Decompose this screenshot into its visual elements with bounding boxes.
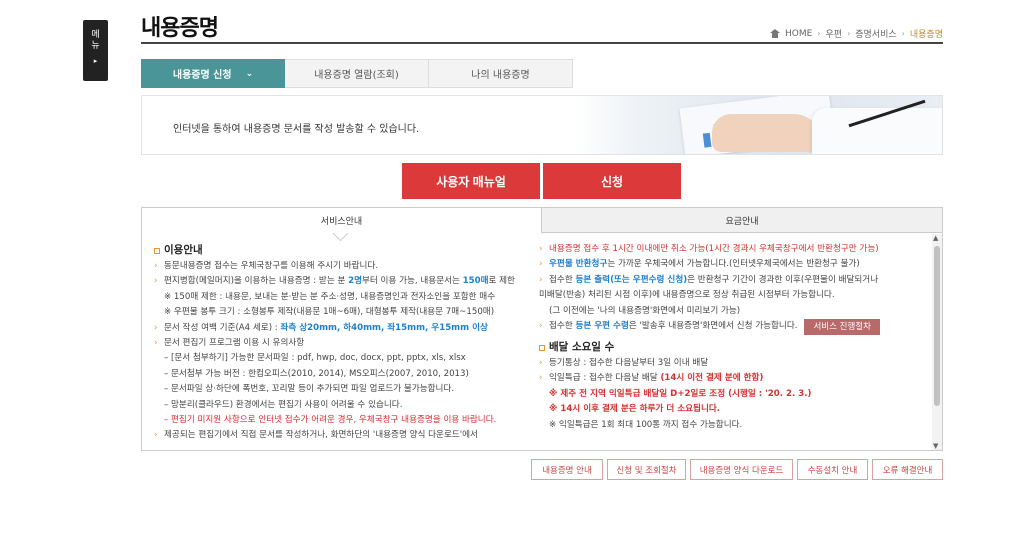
- chevron-right-icon: ›: [539, 321, 543, 332]
- breadcrumb: HOME › 우편 › 증명서비스 › 내용증명: [769, 27, 943, 40]
- list-item-text: 내용증명 접수 후 1시간 이내에만 취소 가능(1시간 경과시 우체국창구에서…: [549, 244, 879, 254]
- procedure-button[interactable]: 신청 및 조회절차: [607, 459, 686, 480]
- list-item: › 우편물 반환청구는 가까운 우체국에서 가능합니다.(인터넷우체국에서는 반환…: [539, 257, 931, 272]
- section-heading: 이용안내: [154, 242, 534, 259]
- breadcrumb-separator: ›: [901, 29, 905, 38]
- form-download-button[interactable]: 내용증명 양식 다운로드: [690, 459, 793, 480]
- scroll-down-icon[interactable]: ▼: [933, 442, 938, 450]
- tab-label: 나의 내용증명: [471, 70, 530, 81]
- service-info-left: 이용안내 › 동문내용증명 접수는 우체국창구를 이용해 주시기 바랍니다. › 편…: [154, 242, 534, 444]
- footer-button-group: 내용증명 안내 신청 및 조회절차 내용증명 양식 다운로드 수동설치 안내 오…: [531, 459, 943, 480]
- list-item-text: 접수한 등본 우편 수령은 '발송후 내용증명'화면에서 신청 가능합니다.: [549, 321, 798, 332]
- list-note: (그 이전에는 '나의 내용증명'화면에서 미리보기 가능): [549, 305, 741, 316]
- user-manual-button[interactable]: 사용자 매뉴얼: [402, 163, 540, 199]
- list-note-warning: ※ 14시 이후 결제 분은 하루가 더 소요됩니다.: [549, 404, 721, 415]
- list-note: ※ 우편물 봉투 크기 : 소형봉투 제작(내용문 1매~6매), 대형봉투 제…: [164, 307, 495, 318]
- tab-service-info[interactable]: 서비스안내: [142, 208, 542, 233]
- breadcrumb-item[interactable]: 우편: [826, 27, 843, 40]
- breadcrumb-separator: ›: [847, 29, 851, 38]
- list-subitem: – 문서파일 상·하단에 폭번호, 꼬리말 등이 추가되면 파일 업로드가 불가…: [164, 384, 455, 395]
- manual-install-button[interactable]: 수동설치 안내: [797, 459, 868, 480]
- service-info-right: › 내용증명 접수 후 1시간 이내에만 취소 가능(1시간 경과시 우체국창구에…: [539, 242, 931, 433]
- scrollbar-thumb[interactable]: [934, 246, 940, 406]
- hand-illustration: [712, 114, 822, 152]
- tab-fee-info[interactable]: 요금안내: [542, 208, 942, 233]
- square-bullet-icon: [539, 344, 545, 351]
- chevron-right-icon: ›: [154, 430, 158, 441]
- list-subitem-warning: – 편집기 미지원 사항으로 인터넷 접수가 어려운 경우, 우체국창구 내용증…: [164, 415, 497, 426]
- list-item: › 문서 편집기 프로그램 이용 시 유의사항: [154, 336, 534, 351]
- chevron-right-icon: ›: [539, 244, 543, 254]
- tab-my[interactable]: 나의 내용증명: [429, 59, 573, 88]
- breadcrumb-item[interactable]: 증명서비스: [855, 27, 896, 40]
- chevron-right-icon: ›: [154, 322, 158, 333]
- list-item: › 문서 작성 여백 기준(A4 세로) : 좌측 상20mm, 하40mm, 좌…: [154, 321, 534, 336]
- list-item-text: 제공되는 편집기에서 직접 문서를 작성하거나, 화면하단의 '내용증명 양식 …: [164, 430, 478, 441]
- list-item-text: 등기통상 : 접수한 다음날부터 3일 이내 배달: [549, 358, 709, 369]
- scroll-up-icon[interactable]: ▲: [933, 234, 938, 242]
- section-heading-text: 이용안내: [164, 243, 203, 256]
- list-note: ※ 150매 제한 : 내용문, 보내는 분·받는 분 주소·성명, 내용증명인…: [164, 291, 496, 302]
- list-note: ※ 익일특급은 1회 최대 100통 까지 접수 가능합니다.: [549, 419, 743, 430]
- list-item-text: 문서 편집기 프로그램 이용 시 유의사항: [164, 338, 305, 349]
- intro-banner: 인터넷을 통하여 내용증명 문서를 작성 발송할 수 있습니다.: [141, 95, 943, 155]
- list-item-text: 문서 작성 여백 기준(A4 세로) : 좌측 상20mm, 하40mm, 좌1…: [164, 322, 488, 333]
- chevron-down-icon: ⌄: [245, 68, 254, 79]
- list-item-text: 우편물 반환청구는 가까운 우체국에서 가능합니다.(인터넷우체국에서는 반환청…: [549, 259, 860, 270]
- arrow-right-icon: ▸: [93, 57, 98, 65]
- chevron-right-icon: ›: [154, 276, 158, 287]
- chevron-right-icon: ›: [539, 373, 543, 384]
- info-panel: 서비스안내 요금안내 이용안내 › 동문내용증명 접수는 우체국창구를 이용해 주…: [141, 207, 943, 451]
- list-item: › 등기통상 : 접수한 다음날부터 3일 이내 배달: [539, 356, 931, 371]
- tab-label: 내용증명 열람(조회): [314, 70, 399, 81]
- apply-button[interactable]: 신청: [543, 163, 681, 199]
- tab-apply[interactable]: 내용증명 신청 ⌄: [141, 59, 285, 88]
- home-icon: [769, 29, 780, 38]
- list-item: › 내용증명 접수 후 1시간 이내에만 취소 가능(1시간 경과시 우체국창구에…: [539, 242, 931, 257]
- guide-button[interactable]: 내용증명 안내: [531, 459, 603, 480]
- main-tabs: 내용증명 신청 ⌄ 내용증명 열람(조회) 나의 내용증명: [141, 59, 573, 88]
- square-bullet-icon: [154, 247, 160, 254]
- list-item: › 익일특급 : 접수한 다음날 배달 (14시 이전 결제 분에 한함): [539, 371, 931, 386]
- error-help-button[interactable]: 오류 해결안내: [872, 459, 943, 480]
- chart-bar-decoration: [702, 132, 712, 148]
- list-subitem: – 문서첨부 가능 버전 : 한컴오피스(2010, 2014), MS오피스(…: [164, 368, 469, 379]
- section-heading: 배달 소요일 수: [539, 339, 931, 356]
- side-menu-label: 메뉴: [91, 30, 100, 51]
- list-item: › 편지병합(메일머지)을 이용하는 내용증명 : 받는 분 2명부터 이용 가능…: [154, 274, 534, 289]
- section-heading-text: 배달 소요일 수: [549, 340, 615, 353]
- list-item-text: 편지병합(메일머지)을 이용하는 내용증명 : 받는 분 2명부터 이용 가능,…: [164, 276, 515, 287]
- list-item-text: 동문내용증명 접수는 우체국창구를 이용해 주시기 바랍니다.: [164, 261, 379, 271]
- list-item: › 동문내용증명 접수는 우체국창구를 이용해 주시기 바랍니다.: [154, 259, 534, 274]
- list-item: › 제공되는 편집기에서 직접 문서를 작성하거나, 화면하단의 '내용증명 양식…: [154, 428, 534, 443]
- list-note-warning: ※ 제주 전 지역 익일특급 배달일 D+2일로 조정 (시행일 : '20. …: [549, 388, 812, 399]
- list-item: › 접수한 등본 출력(또는 우편수령 신청)은 반환청구 기간이 경과한 이후(…: [539, 273, 931, 288]
- title-divider: [141, 42, 943, 44]
- info-tabs: 서비스안내 요금안내: [142, 208, 942, 233]
- chevron-right-icon: ›: [539, 259, 543, 270]
- chevron-right-icon: ›: [539, 274, 543, 285]
- breadcrumb-separator: ›: [817, 29, 821, 38]
- tab-view[interactable]: 내용증명 열람(조회): [285, 59, 429, 88]
- list-continuation: 미배달(반송) 처리된 시점 이후)에 내용증명으로 정상 취급된 시점부터 가…: [539, 290, 835, 301]
- page-title: 내용증명: [141, 16, 219, 41]
- chevron-right-icon: ›: [154, 261, 158, 271]
- list-subitem: – 망분리(클라우드) 환경에서는 편집기 사용이 어려울 수 있습니다.: [164, 399, 403, 410]
- chevron-right-icon: ›: [539, 358, 543, 369]
- tab-label: 내용증명 신청: [172, 70, 232, 81]
- banner-text: 인터넷을 통하여 내용증명 문서를 작성 발송할 수 있습니다.: [173, 124, 420, 135]
- side-menu-toggle[interactable]: 메뉴 ▸: [83, 20, 108, 81]
- breadcrumb-current: 내용증명: [909, 30, 943, 40]
- list-subitem: – [문서 첨부하기] 가능한 문서파일 : pdf, hwp, doc, do…: [164, 353, 466, 364]
- service-process-button[interactable]: 서비스 진행절차: [804, 319, 880, 336]
- scrollbar[interactable]: ▲ ▼: [932, 234, 942, 450]
- list-item-text: 익일특급 : 접수한 다음날 배달 (14시 이전 결제 분에 한함): [549, 373, 764, 384]
- chevron-right-icon: ›: [154, 338, 158, 349]
- breadcrumb-home[interactable]: HOME: [785, 29, 812, 39]
- list-item-text: 접수한 등본 출력(또는 우편수령 신청)은 반환청구 기간이 경과한 이후(우…: [549, 274, 879, 285]
- banner-image: [574, 96, 942, 154]
- list-item: › 접수한 등본 우편 수령은 '발송후 내용증명'화면에서 신청 가능합니다. 서…: [539, 319, 931, 336]
